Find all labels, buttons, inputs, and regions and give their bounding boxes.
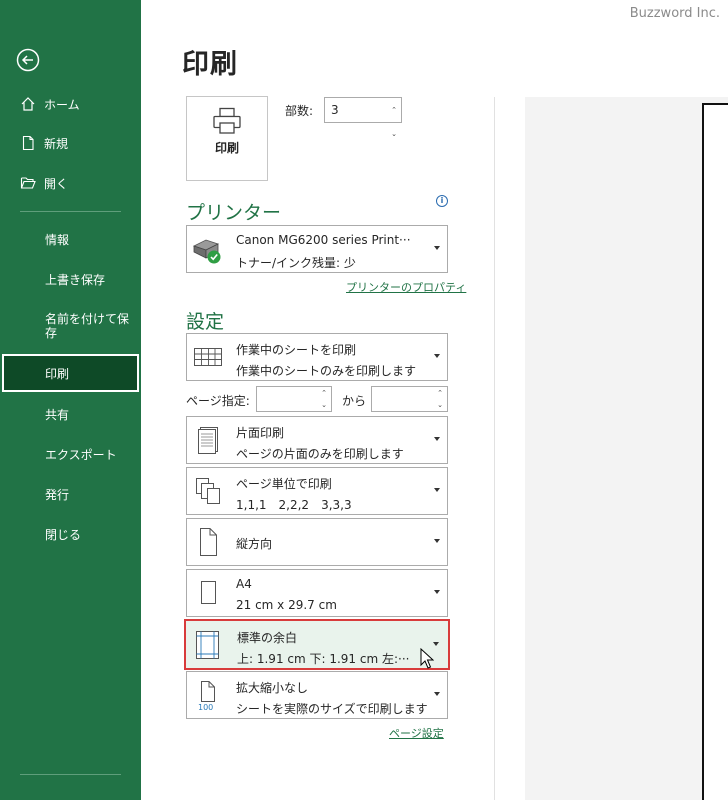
back-arrow-icon[interactable] (16, 48, 40, 72)
printer-dropdown[interactable]: Canon MG6200 series Print··· トナー/インク残量: … (186, 225, 448, 273)
preview-page (702, 103, 728, 800)
nav-close[interactable]: 閉じる (0, 515, 141, 553)
spin-up-icon[interactable]: ⌃ (437, 389, 443, 397)
portrait-page-icon (200, 528, 217, 556)
nav-separator (20, 211, 121, 212)
sides-title: 片面印刷 (236, 426, 285, 440)
nav-new[interactable]: 新規 (0, 124, 141, 162)
nav-save[interactable]: 上書き保存 (0, 260, 141, 298)
nav-share[interactable]: 共有 (0, 395, 141, 433)
collate-dropdown[interactable]: ページ単位で印刷 1,1,1 2,2,2 3,3,3 (186, 467, 448, 515)
pages-label: ページ指定: (186, 394, 250, 408)
brand-watermark: Buzzword Inc. (629, 6, 720, 21)
margins-desc: 上: 1.91 cm 下: 1.91 cm 左:··· (237, 652, 410, 666)
single-sided-icon (198, 427, 218, 454)
dropdown-arrow-icon (434, 590, 440, 594)
settings-heading: 設定 (186, 311, 225, 333)
copies-value: 3 (331, 103, 339, 117)
print-preview-area[interactable] (525, 97, 728, 800)
dropdown-arrow-icon (434, 539, 440, 543)
nav-info-label: 情報 (45, 232, 70, 247)
mouse-cursor-icon (420, 648, 434, 669)
scaling-dropdown[interactable]: 100 拡大縮小なし シートを実際のサイズで印刷します (186, 671, 448, 719)
dropdown-arrow-icon (434, 488, 440, 492)
paper-size-desc: 21 cm x 29.7 cm (236, 598, 337, 612)
pages-to-label: から (342, 394, 367, 408)
nav-export[interactable]: エクスポート (0, 435, 141, 473)
nav-home-label: ホーム (44, 97, 80, 112)
copies-label: 部数: (285, 104, 314, 118)
nav-open-label: 開く (44, 176, 69, 191)
margins-icon (196, 631, 219, 659)
paper-size-icon (201, 581, 216, 604)
scaling-icon-text: 100 (198, 703, 213, 711)
margins-dropdown[interactable]: 標準の余白 上: 1.91 cm 下: 1.91 cm 左:··· (184, 619, 450, 670)
copies-spin-buttons[interactable]: ⌃ ⌄ (389, 98, 399, 138)
spin-down-icon[interactable]: ⌄ (321, 401, 327, 409)
spin-up-icon[interactable]: ⌃ (391, 98, 397, 122)
panel-divider (494, 97, 495, 800)
printer-icon (213, 107, 241, 134)
nav-print[interactable]: 印刷 (2, 354, 139, 392)
home-icon (21, 97, 35, 111)
pages-to-input[interactable]: ⌃ ⌄ (371, 386, 448, 412)
collate-pages-icon (196, 478, 220, 504)
nav-save-as-label: 名前を付けて保存 (45, 312, 130, 340)
printer-name: Canon MG6200 series Print··· (236, 233, 411, 247)
worksheet-grid-icon (194, 348, 222, 366)
dropdown-arrow-icon (433, 642, 439, 646)
nav-share-label: 共有 (45, 407, 70, 422)
dropdown-arrow-icon (434, 692, 440, 696)
printer-status: トナー/インク残量: 少 (236, 256, 356, 270)
folder-open-icon (20, 177, 36, 189)
spin-up-icon[interactable]: ⌃ (321, 389, 327, 397)
dropdown-arrow-icon (434, 437, 440, 441)
orientation-dropdown[interactable]: 縦方向 (186, 518, 448, 566)
new-document-icon (22, 135, 34, 151)
backstage-nav: ホーム 新規 開く 情報 上書き保存 名前を付けて保存 印刷 共有 エクスポート… (0, 0, 141, 800)
scaling-title: 拡大縮小なし (236, 681, 309, 695)
nav-print-label: 印刷 (45, 366, 70, 381)
sides-desc: ページの片面のみを印刷します (236, 447, 404, 461)
nav-open[interactable]: 開く (0, 164, 141, 202)
pages-to-spin[interactable]: ⌃ ⌄ (435, 387, 445, 411)
nav-save-as[interactable]: 名前を付けて保存 (0, 310, 141, 354)
printer-properties-link[interactable]: プリンターのプロパティ (346, 279, 466, 295)
nav-publish-label: 発行 (45, 487, 70, 502)
page-setup-link[interactable]: ページ設定 (389, 725, 444, 741)
pages-from-input[interactable]: ⌃ ⌄ (256, 386, 332, 412)
orientation-title: 縦方向 (236, 537, 273, 551)
printer-ready-icon (192, 239, 221, 264)
print-what-dropdown[interactable]: 作業中のシートを印刷 作業中のシートのみを印刷します (186, 333, 448, 381)
nav-publish[interactable]: 発行 (0, 475, 141, 513)
printer-heading: プリンター (186, 202, 282, 224)
nav-close-label: 閉じる (45, 527, 82, 542)
collate-title: ページ単位で印刷 (236, 477, 332, 491)
margins-title: 標準の余白 (237, 631, 298, 645)
print-what-title: 作業中のシートを印刷 (236, 343, 357, 357)
page-title: 印刷 (182, 49, 238, 80)
sides-dropdown[interactable]: 片面印刷 ページの片面のみを印刷します (186, 416, 448, 464)
info-icon[interactable]: i (436, 195, 448, 207)
nav-info[interactable]: 情報 (0, 220, 141, 258)
print-what-desc: 作業中のシートのみを印刷します (236, 364, 417, 378)
spin-down-icon[interactable]: ⌄ (391, 122, 397, 146)
nav-home[interactable]: ホーム (0, 85, 141, 123)
nav-export-label: エクスポート (45, 447, 117, 462)
nav-new-label: 新規 (44, 136, 69, 151)
pages-from-spin[interactable]: ⌃ ⌄ (319, 387, 329, 411)
nav-save-label: 上書き保存 (45, 272, 106, 287)
dropdown-arrow-icon (434, 246, 440, 250)
paper-size-dropdown[interactable]: A4 21 cm x 29.7 cm (186, 569, 448, 617)
copies-spinner[interactable]: 3 ⌃ ⌄ (324, 97, 402, 138)
collate-desc: 1,1,1 2,2,2 3,3,3 (236, 498, 352, 512)
scaling-desc: シートを実際のサイズで印刷します (236, 702, 428, 716)
nav-separator-bottom (20, 774, 121, 775)
spin-down-icon[interactable]: ⌄ (437, 401, 443, 409)
scaling-icon: 100 (198, 681, 215, 711)
print-button-label: 印刷 (214, 141, 239, 155)
paper-size-title: A4 (236, 577, 252, 591)
dropdown-arrow-icon (434, 354, 440, 358)
print-button[interactable]: 印刷 (186, 96, 268, 181)
